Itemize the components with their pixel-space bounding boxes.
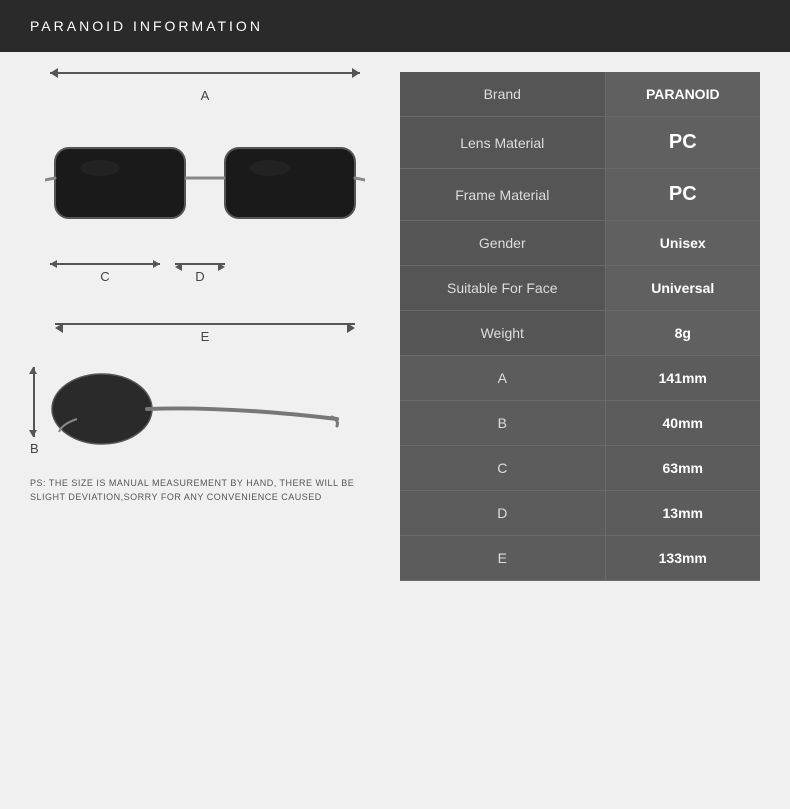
table-value-cell: Unisex [605,221,760,266]
table-value-cell: Universal [605,266,760,311]
dimension-d-label: D [195,269,204,284]
header-title: PARANOID INFORMATION [30,18,263,34]
dimension-e-arrow [55,323,355,325]
table-label-cell: Weight [400,311,605,356]
header-bar: PARANOID INFORMATION [0,0,790,52]
dimension-e-row: E [30,323,380,344]
left-panel: A [30,72,380,789]
right-panel: BrandPARANOIDLens MaterialPCFrame Materi… [400,72,760,789]
table-row: Weight8g [400,311,760,356]
table-label-cell: Lens Material [400,117,605,169]
dimension-b-area: B [30,367,39,456]
table-row: E133mm [400,536,760,581]
table-label-cell: C [400,446,605,491]
glasses-front-svg [45,123,365,233]
table-row: BrandPARANOID [400,72,760,117]
table-value-cell: 141mm [605,356,760,401]
table-label-cell: Brand [400,72,605,117]
table-row: C63mm [400,446,760,491]
table-value-cell: PARANOID [605,72,760,117]
table-value-cell: PC [605,117,760,169]
table-row: Suitable For FaceUniversal [400,266,760,311]
glasses-front-view [30,113,380,243]
dimension-b-arrow [33,367,35,437]
main-content: A [0,52,790,809]
table-label-cell: D [400,491,605,536]
table-label-cell: B [400,401,605,446]
table-row: B40mm [400,401,760,446]
table-label-cell: Gender [400,221,605,266]
glasses-side-section: B [30,364,380,459]
table-label-cell: Suitable For Face [400,266,605,311]
dimension-a-arrow [30,72,380,74]
table-value-cell: 133mm [605,536,760,581]
info-table: BrandPARANOIDLens MaterialPCFrame Materi… [400,72,760,581]
glasses-side-view [47,364,347,459]
table-value-cell: 8g [605,311,760,356]
table-row: A141mm [400,356,760,401]
dimension-c-area: C [50,263,160,284]
table-label-cell: E [400,536,605,581]
cd-dimensions-row: C D [40,253,380,293]
table-value-cell: 40mm [605,401,760,446]
page-wrapper: PARANOID INFORMATION A [0,0,790,809]
table-value-cell: 13mm [605,491,760,536]
table-label-cell: Frame Material [400,169,605,221]
dimension-e-label: E [201,329,210,344]
dimension-c-label: C [100,269,109,284]
dimension-b-label: B [30,441,39,456]
table-row: Frame MaterialPC [400,169,760,221]
dimension-a-label: A [30,88,380,103]
table-label-cell: A [400,356,605,401]
table-value-cell: PC [605,169,760,221]
dimension-d-area: D [175,263,225,284]
table-value-cell: 63mm [605,446,760,491]
footnote-text: PS: THE SIZE IS MANUAL MEASUREMENT BY HA… [30,477,380,504]
table-row: GenderUnisex [400,221,760,266]
glasses-side-svg [47,364,347,454]
table-row: Lens MaterialPC [400,117,760,169]
table-row: D13mm [400,491,760,536]
